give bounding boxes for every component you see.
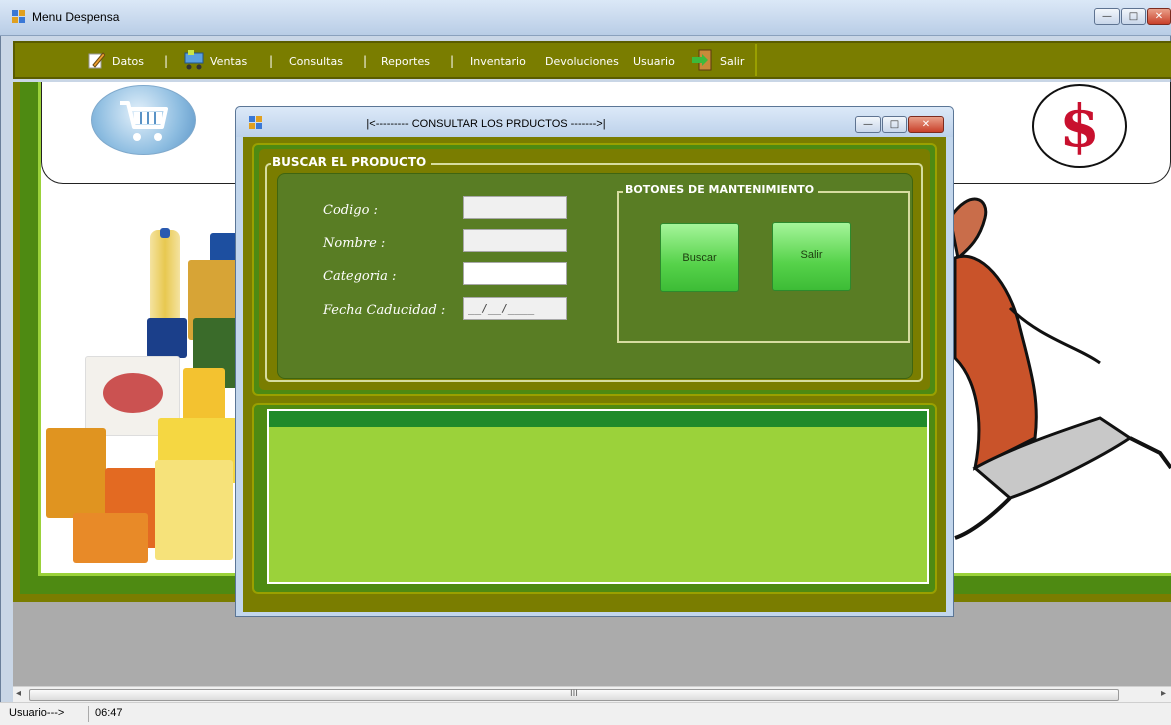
fecha-caducidad-label: Fecha Caducidad : bbox=[323, 303, 446, 318]
categoria-label: Categoria : bbox=[323, 269, 397, 284]
results-grid[interactable] bbox=[267, 409, 929, 584]
maintenance-group-label: BOTONES DE MANTENIMIENTO bbox=[623, 183, 819, 196]
results-grid-header bbox=[269, 411, 927, 427]
menu-bar: Datos | Ventas | Consultas | Reportes | … bbox=[40, 44, 757, 76]
dialog-maximize-button[interactable]: □ bbox=[882, 116, 907, 133]
results-panel bbox=[252, 403, 937, 594]
status-bar: Usuario---> 06:47 bbox=[0, 702, 1171, 725]
exit-icon bbox=[692, 49, 712, 71]
shopping-cart-icon bbox=[120, 101, 168, 141]
dialog-title: |<--------- CONSULTAR LOS PRDUCTOS -----… bbox=[366, 118, 606, 130]
scroll-left-icon[interactable]: ◂ bbox=[16, 688, 21, 699]
close-icon: ✕ bbox=[921, 119, 931, 130]
maximize-icon: □ bbox=[1128, 11, 1139, 22]
minimize-button[interactable]: — bbox=[1094, 8, 1120, 25]
dialog-body: BUSCAR EL PRODUCTO Codigo : Nombre : Cat… bbox=[243, 137, 946, 612]
menu-item-inventario[interactable]: Inventario bbox=[470, 55, 526, 68]
menu-item-consultas[interactable]: Consultas bbox=[289, 55, 343, 68]
dialog-close-button[interactable]: ✕ bbox=[908, 116, 944, 133]
edit-icon bbox=[88, 52, 105, 69]
consult-products-dialog: |<--------- CONSULTAR LOS PRDUCTOS -----… bbox=[235, 106, 954, 617]
menu-strip: Datos | Ventas | Consultas | Reportes | … bbox=[13, 41, 1171, 79]
status-divider bbox=[88, 706, 89, 722]
maximize-button[interactable]: □ bbox=[1121, 8, 1146, 25]
buscar-button[interactable]: Buscar bbox=[660, 223, 739, 292]
buscar-button-label: Buscar bbox=[682, 252, 717, 264]
status-user-label: Usuario---> bbox=[9, 707, 65, 719]
codigo-input[interactable] bbox=[463, 196, 567, 219]
search-panel-inner: BUSCAR EL PRODUCTO Codigo : Nombre : Cat… bbox=[259, 149, 930, 390]
menu-separator: | bbox=[164, 54, 169, 68]
salir-button[interactable]: Salir bbox=[772, 222, 851, 291]
menu-item-usuario[interactable]: Usuario bbox=[633, 55, 675, 68]
menu-item-ventas[interactable]: Ventas bbox=[210, 55, 247, 68]
search-group-fill: Codigo : Nombre : Categoria : Fecha Cadu… bbox=[277, 173, 913, 379]
scrollbar-thumb[interactable]: III bbox=[29, 689, 1119, 701]
salir-button-label: Salir bbox=[800, 249, 823, 261]
categoria-input[interactable] bbox=[463, 262, 567, 285]
codigo-label: Codigo : bbox=[323, 203, 378, 218]
scroll-right-icon[interactable]: ▸ bbox=[1161, 688, 1166, 699]
app-icon bbox=[12, 10, 26, 24]
dialog-titlebar[interactable]: |<--------- CONSULTAR LOS PRDUCTOS -----… bbox=[236, 107, 953, 137]
status-time: 06:47 bbox=[95, 707, 123, 719]
horizontal-scrollbar[interactable]: ◂ III ▸ bbox=[13, 686, 1171, 702]
maintenance-groupbox: BOTONES DE MANTENIMIENTO Buscar Salir bbox=[617, 183, 910, 343]
dollar-icon: $ bbox=[1059, 92, 1100, 160]
minimize-icon: — bbox=[863, 119, 873, 130]
runner-illustration bbox=[950, 197, 1171, 540]
minimize-icon: — bbox=[1102, 11, 1112, 22]
close-button[interactable]: ✕ bbox=[1147, 8, 1171, 25]
grip-icon: III bbox=[570, 689, 578, 699]
window-title: Menu Despensa bbox=[32, 10, 120, 24]
menu-item-devoluciones[interactable]: Devoluciones bbox=[545, 55, 619, 68]
groceries-illustration bbox=[43, 228, 238, 573]
search-groupbox: BUSCAR EL PRODUCTO Codigo : Nombre : Cat… bbox=[265, 155, 923, 382]
fecha-caducidad-input[interactable]: __/__/____ bbox=[463, 297, 567, 320]
menu-item-reportes[interactable]: Reportes bbox=[381, 55, 430, 68]
cart-icon bbox=[184, 50, 204, 70]
fecha-caducidad-value: __/__/____ bbox=[468, 302, 535, 315]
nombre-input[interactable] bbox=[463, 229, 567, 252]
menu-separator: | bbox=[450, 54, 455, 68]
menu-separator: | bbox=[363, 54, 368, 68]
menu-item-datos[interactable]: Datos bbox=[112, 55, 144, 68]
nombre-label: Nombre : bbox=[323, 236, 386, 251]
main-titlebar[interactable]: Menu Despensa — □ ✕ bbox=[0, 0, 1171, 36]
menu-item-salir[interactable]: Salir bbox=[720, 55, 744, 68]
menu-separator: | bbox=[269, 54, 274, 68]
search-panel: BUSCAR EL PRODUCTO Codigo : Nombre : Cat… bbox=[252, 143, 937, 396]
search-group-label: BUSCAR EL PRODUCTO bbox=[271, 155, 432, 169]
maximize-icon: □ bbox=[889, 119, 900, 130]
close-icon: ✕ bbox=[1154, 11, 1164, 22]
dialog-minimize-button[interactable]: — bbox=[855, 116, 881, 133]
